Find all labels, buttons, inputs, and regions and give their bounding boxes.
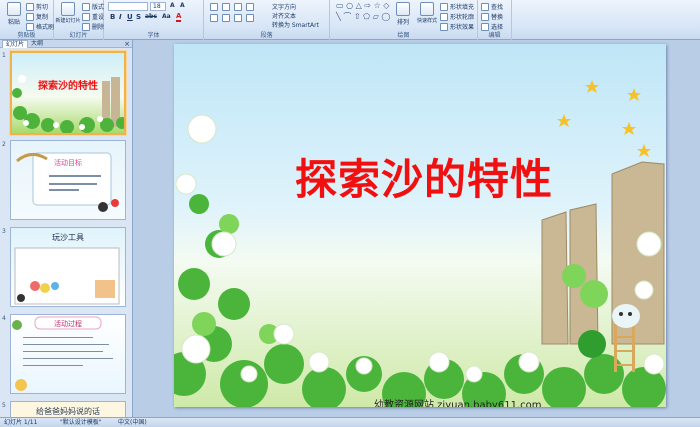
paste-button[interactable]: 粘贴 [2,2,26,26]
layout-icon [82,2,90,11]
arrange-icon [396,2,410,16]
shadow-button[interactable]: S [136,13,141,21]
change-case-button[interactable]: Aa [162,13,171,20]
thumb-title: 活动目标 [54,159,82,167]
thumb-clover-art [12,75,124,133]
clipboard-group: 粘贴 剪切 复制 格式刷 剪贴板 [0,0,54,40]
align-right-icon[interactable] [234,14,242,22]
thumb-title: 活动过程 [54,320,82,328]
increase-indent-icon[interactable] [246,3,254,11]
slides-panel: 幻灯片 大纲 × 1 探索沙的特性 2 活动目标 3 玩沙工具 4 活动过程 5… [0,40,133,417]
slide-editing-area: 探索沙的特性 幼教资源网站 ziyuan.baby611.com [134,40,700,417]
align-left-icon[interactable] [210,14,218,22]
reset-icon [82,12,90,21]
paragraph-group: 文字方向 对齐文本 转换为 SmartArt 段落 [204,0,330,40]
slides-group: 新建幻灯片 版式 重设 删除 幻灯片 [54,0,104,40]
slide-thumbnail-5[interactable]: 给爸爸妈妈说的话 [10,401,126,417]
reset-button[interactable]: 重设 [82,12,104,21]
shapes-gallery[interactable]: ▭ ○ △ ⇨ ☆ ◇ [336,1,389,10]
thumb-paper-art [16,152,119,212]
font-name-dropdown[interactable] [108,2,148,11]
thumb-title: 给爸爸妈妈说的话 [36,407,100,416]
bold-button[interactable]: B [110,13,115,21]
language-status: 中文(中国) [118,419,147,426]
slide-footer-text: 幼教资源网站 ziyuan.baby611.com [374,400,542,407]
drawing-group: ▭ ○ △ ⇨ ☆ ◇ ╲ ⌒ ⇧ ⬠ ▱ ◯ 排列 快速样式 形状填充 形状轮… [330,0,478,40]
font-size-dropdown[interactable]: 18 [150,2,166,11]
grow-font-button[interactable]: A [170,2,175,9]
align-center-icon[interactable] [222,14,230,22]
tab-slides[interactable]: 幻灯片 [2,40,29,48]
ribbon: 粘贴 剪切 复制 格式刷 剪贴板 新建幻灯片 版式 重设 删除 幻灯片 18 A… [0,0,700,40]
smartart-button[interactable]: 转换为 SmartArt [272,20,319,29]
slide-title[interactable]: 探索沙的特性 [274,146,574,207]
tab-outline[interactable]: 大纲 [28,40,46,48]
scissors-icon [26,2,34,11]
shrink-font-button[interactable]: A [180,2,185,9]
clipboard-group-label: 剪贴板 [17,32,36,39]
slide-thumbnail-1[interactable]: 探索沙的特性 [10,51,126,135]
outline-icon [440,12,448,21]
italic-button[interactable]: I [119,13,122,21]
quick-styles-button[interactable]: 快速样式 [416,2,438,24]
editing-group: 查找 替换 选择 编辑 [478,0,512,40]
status-bar: 幻灯片 1/11 "默认设计模板" 中文(中国) [0,417,700,427]
new-slide-button[interactable]: 新建幻灯片 [55,2,81,24]
numbering-icon[interactable] [222,3,230,11]
slide-thumbnail-3[interactable]: 玩沙工具 [10,227,126,307]
theme-name: "默认设计模板" [60,419,102,426]
slide-number: 1 [2,52,6,59]
fill-icon [440,2,448,11]
find-button[interactable]: 查找 [481,2,503,11]
quick-styles-icon [420,2,434,16]
replace-button[interactable]: 替换 [481,12,503,21]
decrease-indent-icon[interactable] [234,3,242,11]
slide-number: 5 [2,402,6,409]
editing-group-label: 编辑 [488,32,501,39]
current-slide[interactable]: 探索沙的特性 幼教资源网站 ziyuan.baby611.com [174,44,666,407]
slides-group-label: 幻灯片 [69,32,88,39]
paragraph-group-label: 段落 [260,32,273,39]
underline-button[interactable]: U [127,13,133,21]
copy-button[interactable]: 复制 [26,12,48,21]
layout-button[interactable]: 版式 [82,2,104,11]
shape-fill-button[interactable]: 形状填充 [440,2,474,11]
justify-icon[interactable] [246,14,254,22]
arrange-button[interactable]: 排列 [392,2,414,26]
strikethrough-button[interactable]: abc [145,13,157,20]
thumb-toys-art [14,247,120,305]
slide-number: 2 [2,141,6,148]
text-direction-button[interactable]: 文字方向 [272,2,296,11]
clover-sign [578,330,606,358]
font-group: 18 A A B I U S abc Aa A 字体 [104,0,204,40]
font-color-button[interactable]: A [176,13,182,22]
shapes-gallery-row2[interactable]: ╲ ⌒ ⇧ ⬠ ▱ ◯ [336,11,390,22]
slide-count: 幻灯片 1/11 [4,419,38,426]
shape-outline-button[interactable]: 形状轮廓 [440,12,474,21]
close-icon[interactable]: × [124,40,130,48]
replace-icon [481,12,489,21]
slide-number: 4 [2,315,6,322]
new-slide-icon [61,2,75,16]
font-group-label: 字体 [147,32,160,39]
align-text-button[interactable]: 对齐文本 [272,11,296,20]
drawing-group-label: 绘图 [397,32,410,39]
slide-number: 3 [2,228,6,235]
binoculars-icon [481,2,489,11]
slide-thumbnail-4[interactable]: 活动过程 [10,314,126,394]
paste-icon [7,2,21,16]
bullets-icon[interactable] [210,3,218,11]
slide-thumbnail-2[interactable]: 活动目标 [10,140,126,220]
slide-background-art [174,80,666,407]
cut-button[interactable]: 剪切 [26,2,48,11]
copy-icon [26,12,34,21]
panel-tabs: 幻灯片 大纲 × [0,40,132,48]
